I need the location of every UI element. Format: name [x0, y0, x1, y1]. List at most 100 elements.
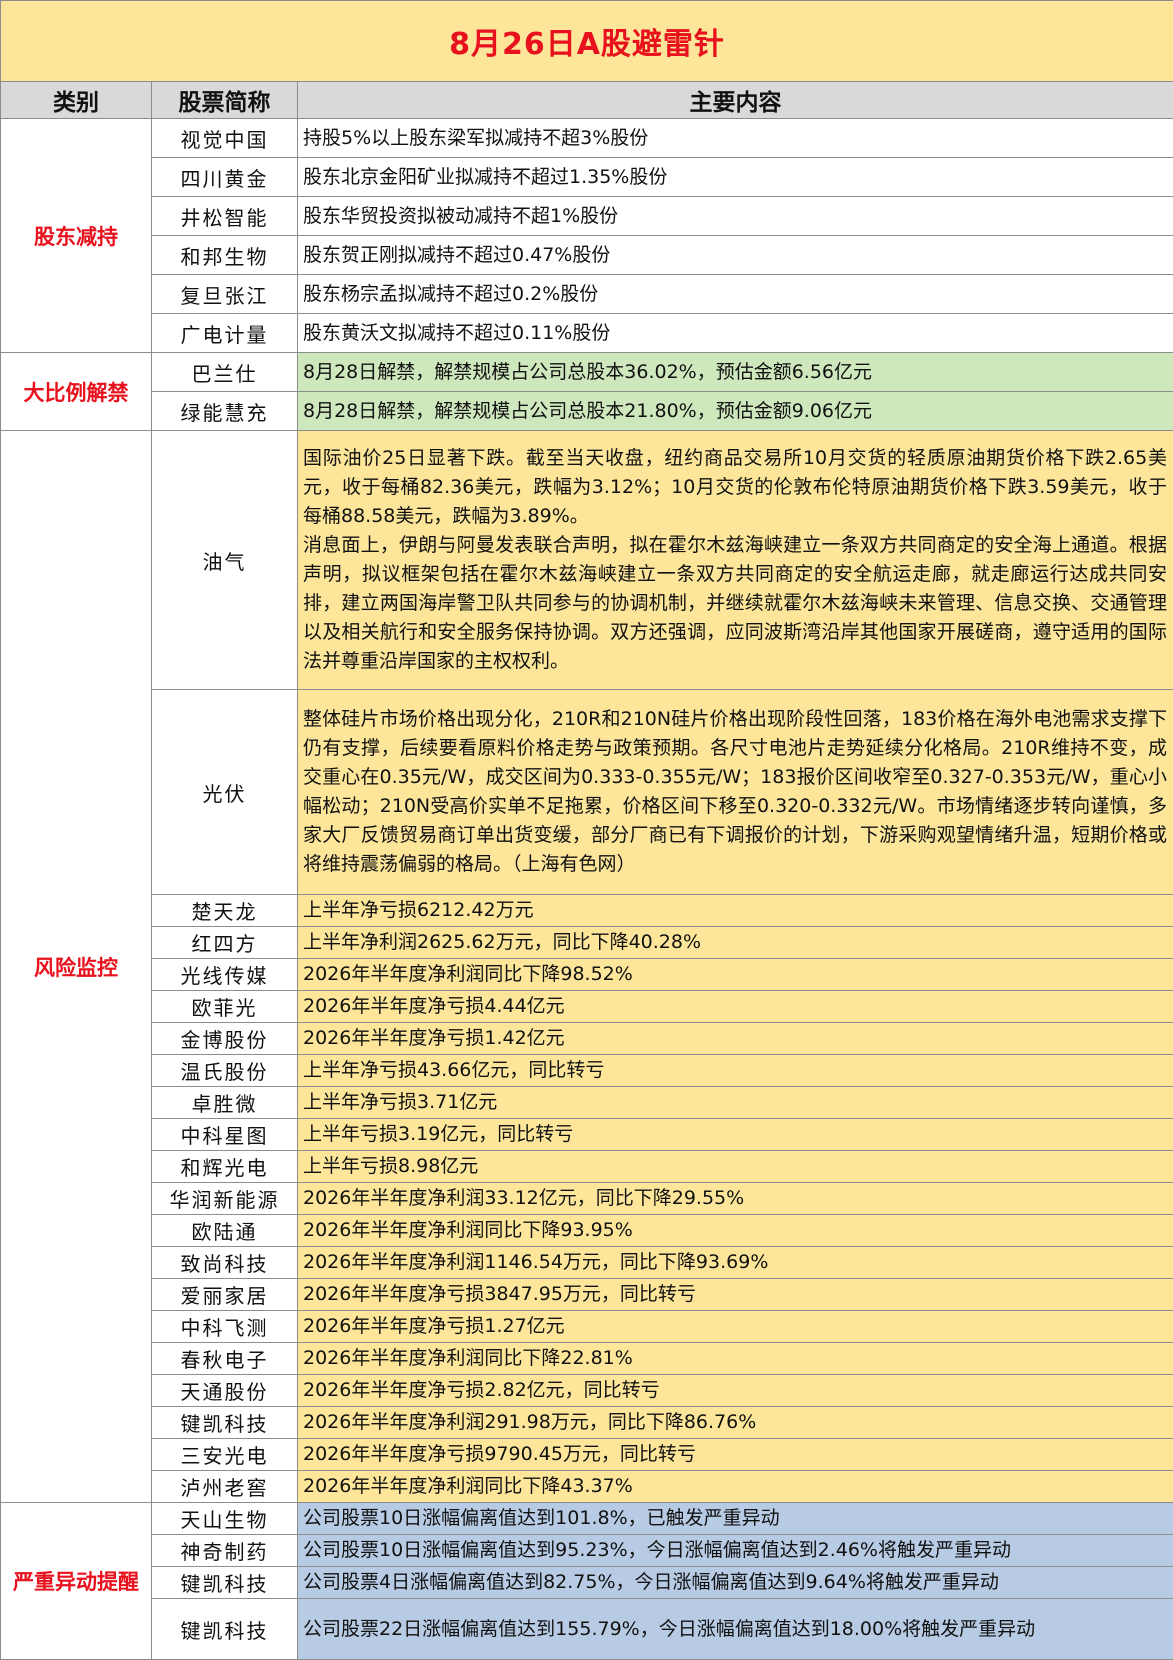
stock-name: 光伏 — [152, 690, 298, 895]
content-cell: 8月28日解禁，解禁规模占公司总股本21.80%，预估金额9.06亿元 — [298, 392, 1173, 431]
content-cell: 公司股票10日涨幅偏离值达到95.23%，今日涨幅偏离值达到2.46%将触发严重… — [298, 1535, 1173, 1567]
content-cell: 2026年半年度净利润同比下降43.37% — [298, 1471, 1173, 1503]
stock-name: 欧菲光 — [152, 991, 298, 1023]
table-row: 爱丽家居 2026年半年度净亏损3847.95万元，同比转亏 — [1, 1279, 1173, 1311]
content-cell: 持股5%以上股东梁军拟减持不超3%股份 — [298, 119, 1173, 158]
content-cell: 2026年半年度净亏损2.82亿元，同比转亏 — [298, 1375, 1173, 1407]
table-row: 复旦张江 股东杨宗孟拟减持不超过0.2%股份 — [1, 275, 1173, 314]
content-cell: 公司股票10日涨幅偏离值达到101.8%，已触发严重异动 — [298, 1503, 1173, 1535]
content-cell: 2026年半年度净利润同比下降98.52% — [298, 959, 1173, 991]
paragraph: 整体硅片市场价格出现分化，210R和210N硅片价格出现阶段性回落，183价格在… — [303, 705, 1167, 879]
table-row: 华润新能源 2026年半年度净利润33.12亿元，同比下降29.55% — [1, 1183, 1173, 1215]
table-row: 光线传媒 2026年半年度净利润同比下降98.52% — [1, 959, 1173, 991]
content-cell: 上半年净亏损6212.42万元 — [298, 895, 1173, 927]
table-row: 和邦生物 股东贺正刚拟减持不超过0.47%股份 — [1, 236, 1173, 275]
stock-name: 复旦张江 — [152, 275, 298, 314]
stock-name: 卓胜微 — [152, 1087, 298, 1119]
avoid-risk-table: 8月26日A股避雷针 类别 股票简称 主要内容 股东减持 视觉中国 持股5%以上… — [0, 0, 1173, 1660]
content-cell: 2026年半年度净亏损1.42亿元 — [298, 1023, 1173, 1055]
stock-name: 巴兰仕 — [152, 353, 298, 392]
content-cell: 上半年净利润2625.62万元，同比下降40.28% — [298, 927, 1173, 959]
stock-name: 华润新能源 — [152, 1183, 298, 1215]
content-cell: 2026年半年度净亏损3847.95万元，同比转亏 — [298, 1279, 1173, 1311]
table-row: 三安光电 2026年半年度净亏损9790.45万元，同比转亏 — [1, 1439, 1173, 1471]
stock-name: 金博股份 — [152, 1023, 298, 1055]
table-row: 欧陆通 2026年半年度净利润同比下降93.95% — [1, 1215, 1173, 1247]
stock-name: 视觉中国 — [152, 119, 298, 158]
content-cell: 2026年半年度净利润同比下降22.81% — [298, 1343, 1173, 1375]
stock-name: 广电计量 — [152, 314, 298, 353]
stock-name: 键凯科技 — [152, 1407, 298, 1439]
paragraph: 消息面上，伊朗与阿曼发表联合声明，拟在霍尔木兹海峡建立一条双方共同商定的安全海上… — [303, 531, 1167, 676]
stock-name: 绿能慧充 — [152, 392, 298, 431]
table-row: 井松智能 股东华贸投资拟被动减持不超1%股份 — [1, 197, 1173, 236]
content-cell: 2026年半年度净利润33.12亿元，同比下降29.55% — [298, 1183, 1173, 1215]
table-row: 股东减持 视觉中国 持股5%以上股东梁军拟减持不超3%股份 — [1, 119, 1173, 158]
content-cell: 上半年净亏损3.71亿元 — [298, 1087, 1173, 1119]
table-row: 键凯科技 2026年半年度净利润291.98万元，同比下降86.76% — [1, 1407, 1173, 1439]
table-row: 和辉光电 上半年亏损8.98亿元 — [1, 1151, 1173, 1183]
table-row: 键凯科技 公司股票4日涨幅偏离值达到82.75%，今日涨幅偏离值达到9.64%将… — [1, 1567, 1173, 1599]
content-cell: 8月28日解禁，解禁规模占公司总股本36.02%，预估金额6.56亿元 — [298, 353, 1173, 392]
stock-name: 天山生物 — [152, 1503, 298, 1535]
table-row: 欧菲光 2026年半年度净亏损4.44亿元 — [1, 991, 1173, 1023]
table-row: 金博股份 2026年半年度净亏损1.42亿元 — [1, 1023, 1173, 1055]
stock-name: 中科星图 — [152, 1119, 298, 1151]
content-cell: 股东杨宗孟拟减持不超过0.2%股份 — [298, 275, 1173, 314]
header-stock: 股票简称 — [152, 82, 298, 119]
table-row: 风险监控 油气 国际油价25日显著下跌。截至当天收盘，纽约商品交易所10月交货的… — [1, 431, 1173, 690]
stock-name: 键凯科技 — [152, 1567, 298, 1599]
content-cell: 2026年半年度净亏损1.27亿元 — [298, 1311, 1173, 1343]
stock-name: 光线传媒 — [152, 959, 298, 991]
content-cell: 上半年亏损8.98亿元 — [298, 1151, 1173, 1183]
content-cell: 股东贺正刚拟减持不超过0.47%股份 — [298, 236, 1173, 275]
table-row: 中科星图 上半年亏损3.19亿元，同比转亏 — [1, 1119, 1173, 1151]
category-large-unlock: 大比例解禁 — [1, 353, 152, 431]
stock-name: 红四方 — [152, 927, 298, 959]
header-category: 类别 — [1, 82, 152, 119]
content-cell: 国际油价25日显著下跌。截至当天收盘，纽约商品交易所10月交货的轻质原油期货价格… — [298, 431, 1173, 690]
content-cell: 2026年半年度净利润291.98万元，同比下降86.76% — [298, 1407, 1173, 1439]
table-row: 广电计量 股东黄沃文拟减持不超过0.11%股份 — [1, 314, 1173, 353]
stock-name: 温氏股份 — [152, 1055, 298, 1087]
content-cell: 公司股票4日涨幅偏离值达到82.75%，今日涨幅偏离值达到9.64%将触发严重异… — [298, 1567, 1173, 1599]
stock-name: 天通股份 — [152, 1375, 298, 1407]
content-cell: 股东华贸投资拟被动减持不超1%股份 — [298, 197, 1173, 236]
category-risk-monitor: 风险监控 — [1, 431, 152, 1503]
table-row: 大比例解禁 巴兰仕 8月28日解禁，解禁规模占公司总股本36.02%，预估金额6… — [1, 353, 1173, 392]
stock-name: 和辉光电 — [152, 1151, 298, 1183]
table-row: 光伏 整体硅片市场价格出现分化，210R和210N硅片价格出现阶段性回落，183… — [1, 690, 1173, 895]
stock-name: 四川黄金 — [152, 158, 298, 197]
content-cell: 2026年半年度净亏损9790.45万元，同比转亏 — [298, 1439, 1173, 1471]
table-row: 中科飞测 2026年半年度净亏损1.27亿元 — [1, 1311, 1173, 1343]
stock-name: 键凯科技 — [152, 1599, 298, 1660]
stock-name: 三安光电 — [152, 1439, 298, 1471]
stock-name: 春秋电子 — [152, 1343, 298, 1375]
table-row: 神奇制药 公司股票10日涨幅偏离值达到95.23%，今日涨幅偏离值达到2.46%… — [1, 1535, 1173, 1567]
content-cell: 上半年净亏损43.66亿元，同比转亏 — [298, 1055, 1173, 1087]
paragraph: 国际油价25日显著下跌。截至当天收盘，纽约商品交易所10月交货的轻质原油期货价格… — [303, 444, 1167, 531]
table-row: 绿能慧充 8月28日解禁，解禁规模占公司总股本21.80%，预估金额9.06亿元 — [1, 392, 1173, 431]
table-row: 严重异动提醒 天山生物 公司股票10日涨幅偏离值达到101.8%，已触发严重异动 — [1, 1503, 1173, 1535]
stock-name: 中科飞测 — [152, 1311, 298, 1343]
content-cell: 2026年半年度净利润同比下降93.95% — [298, 1215, 1173, 1247]
stock-name: 泸州老窖 — [152, 1471, 298, 1503]
category-shareholder-reduction: 股东减持 — [1, 119, 152, 353]
content-cell: 2026年半年度净亏损4.44亿元 — [298, 991, 1173, 1023]
page-title: 8月26日A股避雷针 — [1, 1, 1173, 82]
stock-name: 楚天龙 — [152, 895, 298, 927]
table-row: 卓胜微 上半年净亏损3.71亿元 — [1, 1087, 1173, 1119]
content-cell: 上半年亏损3.19亿元，同比转亏 — [298, 1119, 1173, 1151]
stock-name: 井松智能 — [152, 197, 298, 236]
table-row: 春秋电子 2026年半年度净利润同比下降22.81% — [1, 1343, 1173, 1375]
stock-name: 欧陆通 — [152, 1215, 298, 1247]
table-row: 楚天龙 上半年净亏损6212.42万元 — [1, 895, 1173, 927]
table-row: 致尚科技 2026年半年度净利润1146.54万元，同比下降93.69% — [1, 1247, 1173, 1279]
content-cell: 股东黄沃文拟减持不超过0.11%股份 — [298, 314, 1173, 353]
stock-name: 神奇制药 — [152, 1535, 298, 1567]
table-row: 泸州老窖 2026年半年度净利润同比下降43.37% — [1, 1471, 1173, 1503]
table-row: 键凯科技 公司股票22日涨幅偏离值达到155.79%，今日涨幅偏离值达到18.0… — [1, 1599, 1173, 1660]
content-cell: 2026年半年度净利润1146.54万元，同比下降93.69% — [298, 1247, 1173, 1279]
content-cell: 公司股票22日涨幅偏离值达到155.79%，今日涨幅偏离值达到18.00%将触发… — [298, 1599, 1173, 1660]
table-row: 温氏股份 上半年净亏损43.66亿元，同比转亏 — [1, 1055, 1173, 1087]
